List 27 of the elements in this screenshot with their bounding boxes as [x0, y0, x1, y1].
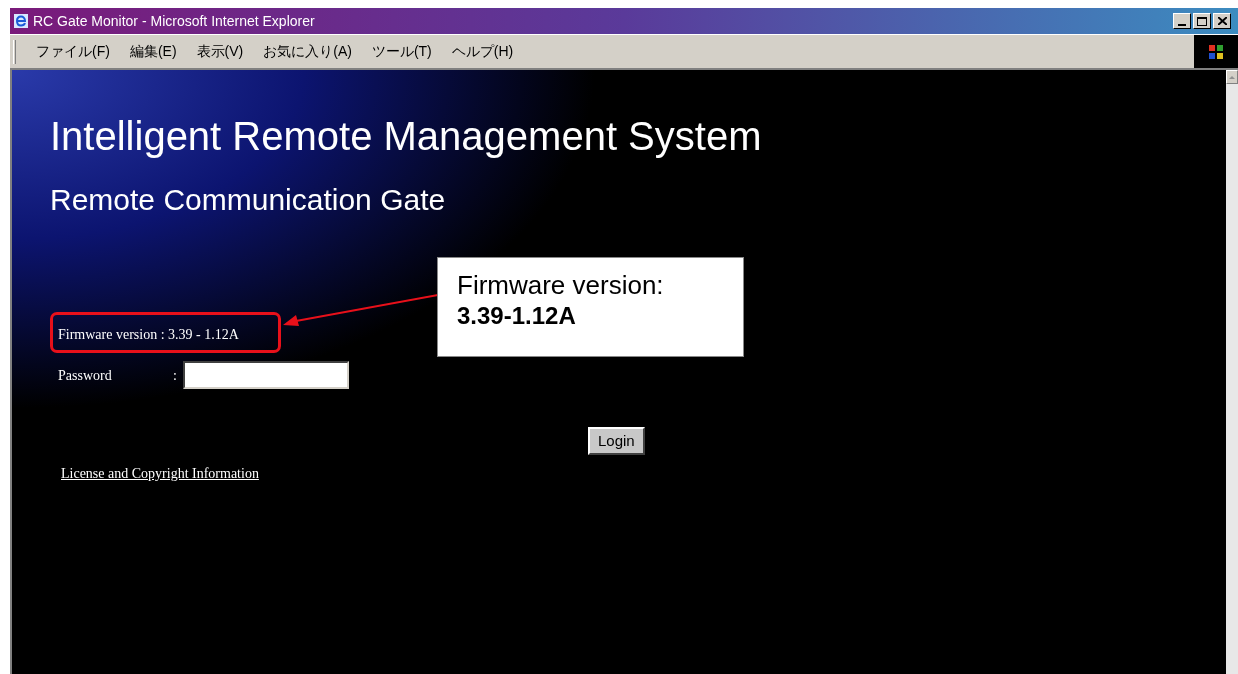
menu-item[interactable]: ヘルプ(H): [451, 41, 514, 62]
window-title: RC Gate Monitor - Microsoft Internet Explorer: [33, 11, 316, 31]
maximize-icon: [1197, 16, 1207, 26]
colon: :: [173, 366, 178, 385]
password-label: Password: [58, 366, 113, 385]
minimize-icon: [1178, 24, 1186, 26]
callout-version: 3.39-1.12A: [457, 301, 577, 331]
scroll-up-button[interactable]: [1226, 70, 1238, 84]
menu-item[interactable]: 表示(V): [196, 41, 244, 62]
firmware-version: Firmware version : 3.39 - 1.12A: [58, 326, 240, 344]
close-icon: [1217, 17, 1227, 25]
menu-item[interactable]: 編集(E): [129, 41, 177, 62]
password-field[interactable]: [183, 361, 349, 389]
maximize-button[interactable]: [1193, 13, 1211, 29]
license-link[interactable]: License and Copyright Information: [61, 463, 259, 484]
page-heading: Intelligent Remote Management System: [50, 113, 763, 160]
windows-logo-icon: [1208, 43, 1224, 60]
callout-title: Firmware version:: [457, 270, 665, 300]
close-button[interactable]: [1213, 13, 1231, 29]
up-arrow-icon: [1229, 75, 1235, 79]
menu-item[interactable]: お気に入り(A): [263, 41, 352, 62]
menu-item[interactable]: ツール(T): [371, 41, 432, 62]
page-subheading: Remote Communication Gate: [50, 182, 447, 218]
menu-item[interactable]: ファイル(F): [36, 41, 110, 62]
browser-icon: [13, 13, 29, 29]
minimize-button[interactable]: [1173, 13, 1191, 29]
login-button[interactable]: Login: [588, 427, 645, 455]
